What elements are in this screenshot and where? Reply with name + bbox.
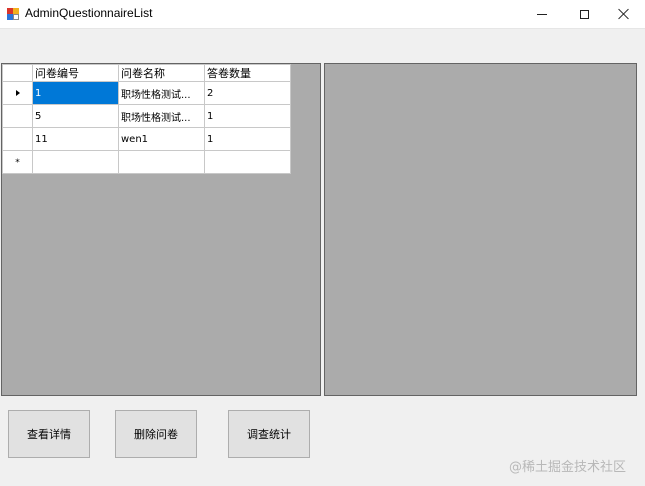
cell-count[interactable]: 2 [204,81,291,105]
table-row[interactable]: 11 wen1 1 [2,127,291,151]
row-header-corner[interactable] [2,64,33,82]
minimize-icon [537,13,547,15]
cell-name[interactable]: 职场性格测试... [118,104,205,128]
survey-statistics-button[interactable]: 调查统计 [228,410,310,458]
cell-name[interactable]: 职场性格测试... [118,81,205,105]
cell-id[interactable] [32,150,119,174]
close-button[interactable] [601,0,645,28]
watermark: @稀土掘金技术社区 [509,460,627,475]
cell-name[interactable]: wen1 [118,127,205,151]
row-header[interactable] [2,127,33,151]
cell-id[interactable]: 11 [32,127,119,151]
row-header[interactable]: * [2,150,33,174]
new-row-marker: * [15,157,20,168]
row-header[interactable] [2,81,33,105]
header-row: 问卷编号 问卷名称 答卷数量 [2,64,291,82]
new-row[interactable]: * [2,150,291,174]
maximize-icon [579,9,589,19]
table-row[interactable]: 5 职场性格测试... 1 [2,104,291,128]
cell-id[interactable]: 5 [32,104,119,128]
column-header-count[interactable]: 答卷数量 [204,64,291,82]
detail-panel [324,63,637,396]
column-header-id[interactable]: 问卷编号 [32,64,119,82]
cell-count[interactable] [204,150,291,174]
table-row[interactable]: 1 职场性格测试... 2 [2,81,291,105]
cell-name[interactable] [118,150,205,174]
column-header-name[interactable]: 问卷名称 [118,64,205,82]
cell-id[interactable]: 1 [32,81,119,105]
cell-count[interactable]: 1 [204,127,291,151]
title-bar: AdminQuestionnaireList [0,0,645,29]
view-details-button[interactable]: 查看详情 [8,410,90,458]
row-header[interactable] [2,104,33,128]
delete-questionnaire-button[interactable]: 删除问卷 [115,410,197,458]
minimize-button[interactable] [519,0,565,28]
questionnaire-grid[interactable]: 问卷编号 问卷名称 答卷数量 1 职场性格测试... 2 5 职场性格测试...… [1,63,321,396]
current-row-arrow-icon [15,89,20,96]
app-icon [7,8,19,20]
cell-count[interactable]: 1 [204,104,291,128]
questionnaire-table: 问卷编号 问卷名称 答卷数量 1 职场性格测试... 2 5 职场性格测试...… [2,64,291,174]
window-title: AdminQuestionnaireList [25,6,153,20]
close-icon [618,8,630,20]
